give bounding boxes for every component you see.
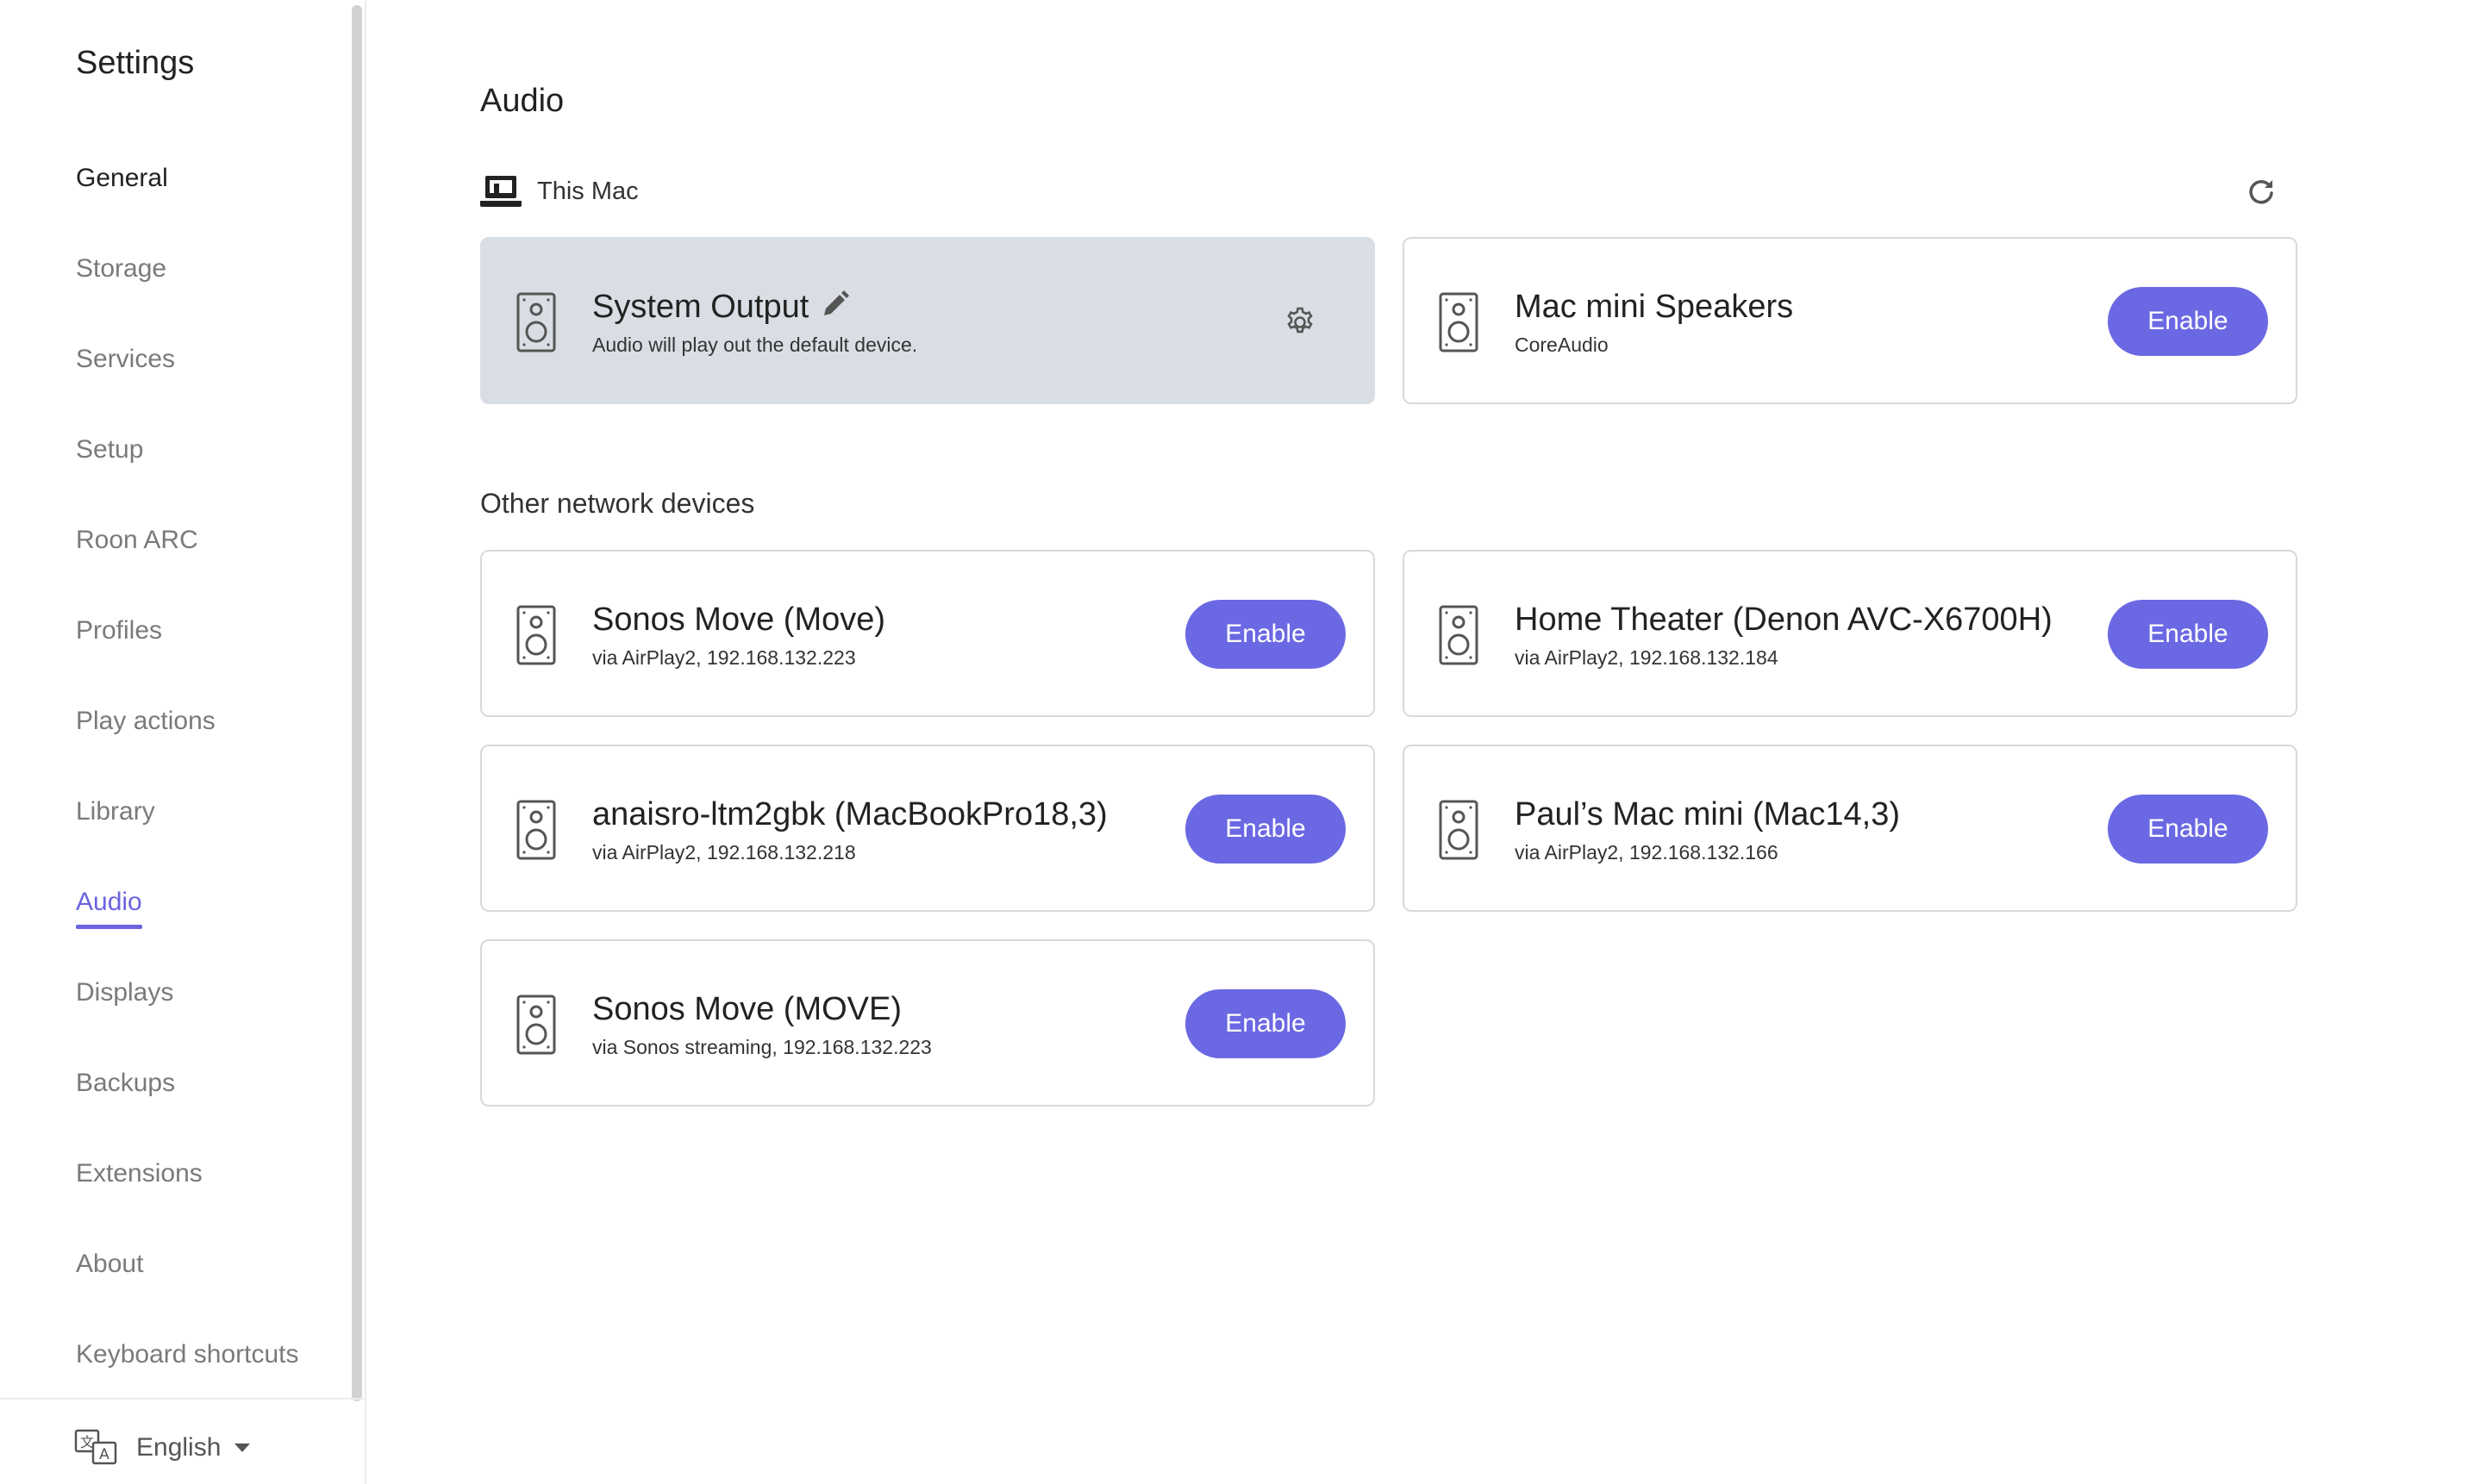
language-label: English (136, 1433, 222, 1462)
speaker-icon (1439, 800, 1478, 860)
enable-button[interactable]: Enable (2108, 795, 2268, 864)
sidebar-item-about[interactable]: About (76, 1250, 143, 1279)
other-devices-header: Other network devices (480, 488, 755, 519)
device-card-system-output[interactable]: System Output Audio will play out the de… (480, 237, 1375, 404)
sidebar-item-storage[interactable]: Storage (76, 254, 166, 284)
speaker-icon (1439, 292, 1478, 352)
sidebar: Settings General Storage Services Setup … (0, 0, 366, 1484)
gear-icon[interactable] (1284, 306, 1316, 339)
device-name: Sonos Move (MOVE) (592, 991, 902, 1027)
device-name-text: System Output (592, 289, 809, 325)
sidebar-item-keyboard-shortcuts[interactable]: Keyboard shortcuts (76, 1340, 298, 1369)
sidebar-item-general[interactable]: General (76, 164, 168, 193)
svg-text:A: A (99, 1446, 109, 1463)
svg-text:文: 文 (80, 1434, 94, 1450)
device-description: CoreAudio (1515, 334, 1609, 356)
device-name: Sonos Move (Move) (592, 602, 886, 638)
sidebar-title: Settings (76, 45, 195, 81)
device-name: anaisro-ltm2gbk (MacBookPro18,3) (592, 796, 1108, 832)
this-mac-label: This Mac (537, 177, 639, 205)
sidebar-item-profiles[interactable]: Profiles (76, 616, 162, 645)
device-description: via AirPlay2, 192.168.132.218 (592, 841, 856, 864)
device-card-macbookpro: anaisro-ltm2gbk (MacBookPro18,3) via Air… (480, 745, 1375, 912)
enable-button[interactable]: Enable (1185, 795, 1346, 864)
device-description: via AirPlay2, 192.168.132.166 (1515, 841, 1778, 864)
device-card-home-theater: Home Theater (Denon AVC-X6700H) via AirP… (1403, 550, 2297, 717)
device-name: Home Theater (Denon AVC-X6700H) (1515, 602, 2053, 638)
language-selector[interactable]: 文 A English (74, 1429, 251, 1467)
speaker-icon (516, 292, 556, 352)
device-card-sonos-move-streaming: Sonos Move (MOVE) via Sonos streaming, 1… (480, 939, 1375, 1107)
main-content: Audio This Mac System Output Audio will … (366, 0, 2481, 1484)
sidebar-item-extensions[interactable]: Extensions (76, 1159, 203, 1188)
chevron-down-icon (234, 1443, 251, 1452)
enable-button[interactable]: Enable (1185, 989, 1346, 1058)
sidebar-item-displays[interactable]: Displays (76, 978, 173, 1007)
device-description: Audio will play out the default device. (592, 334, 918, 356)
sidebar-item-backups[interactable]: Backups (76, 1069, 175, 1098)
device-description: via Sonos streaming, 192.168.132.223 (592, 1036, 932, 1058)
sidebar-scrollbar[interactable] (352, 5, 362, 1401)
speaker-icon (1439, 605, 1478, 665)
divider (0, 1398, 366, 1400)
enable-button[interactable]: Enable (2108, 600, 2268, 669)
laptop-icon (480, 176, 522, 207)
sidebar-item-setup[interactable]: Setup (76, 435, 143, 465)
sidebar-item-roon-arc[interactable]: Roon ARC (76, 526, 198, 555)
device-card-pauls-mac-mini: Paul’s Mac mini (Mac14,3) via AirPlay2, … (1403, 745, 2297, 912)
device-name: Paul’s Mac mini (Mac14,3) (1515, 796, 1901, 832)
sidebar-item-audio[interactable]: Audio (76, 888, 142, 929)
device-description: via AirPlay2, 192.168.132.223 (592, 646, 856, 669)
translate-icon: 文 A (74, 1429, 117, 1465)
device-card-mac-mini-speakers: Mac mini Speakers CoreAudio Enable (1403, 237, 2297, 404)
sidebar-item-play-actions[interactable]: Play actions (76, 707, 216, 736)
refresh-icon[interactable] (2246, 176, 2277, 207)
speaker-icon (516, 800, 556, 860)
device-name: System Output (592, 289, 850, 326)
pencil-icon[interactable] (821, 290, 850, 319)
sidebar-item-services[interactable]: Services (76, 345, 175, 374)
enable-button[interactable]: Enable (2108, 287, 2268, 356)
this-mac-header: This Mac (480, 174, 639, 209)
device-card-sonos-move: Sonos Move (Move) via AirPlay2, 192.168.… (480, 550, 1375, 717)
speaker-icon (516, 995, 556, 1055)
speaker-icon (516, 605, 556, 665)
page-title: Audio (480, 83, 565, 119)
sidebar-item-library[interactable]: Library (76, 797, 155, 826)
enable-button[interactable]: Enable (1185, 600, 1346, 669)
device-description: via AirPlay2, 192.168.132.184 (1515, 646, 1778, 669)
device-name: Mac mini Speakers (1515, 289, 1794, 325)
